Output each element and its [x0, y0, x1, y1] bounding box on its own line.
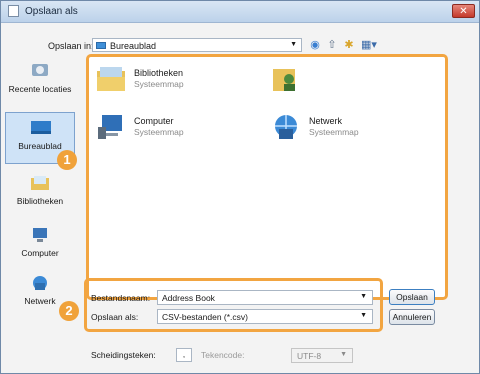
list-item[interactable]: Bibliotheken Systeemmap: [96, 65, 256, 101]
save-as-type-value: CSV-bestanden (*.csv): [162, 312, 248, 322]
libraries-folder-icon: [97, 67, 125, 91]
network-icon: [33, 276, 47, 290]
dialog-body: Opslaan in: Bureaublad ▼ ◉ ⇧ ✱ ▦▾ Recent…: [1, 23, 479, 373]
list-item[interactable]: Computer Systeemmap: [96, 113, 256, 149]
title-bar[interactable]: Opslaan als ✕: [1, 1, 479, 23]
new-folder-icon[interactable]: ✱: [342, 38, 356, 52]
file-name: Netwerk: [309, 116, 343, 126]
list-item[interactable]: [271, 65, 431, 101]
filename-value: Address Book: [162, 293, 215, 303]
cancel-button[interactable]: Annuleren: [389, 309, 435, 325]
computer-icon: [98, 115, 122, 139]
chevron-down-icon: ▼: [340, 351, 347, 358]
encoding-value: UTF-8: [297, 351, 322, 361]
file-name: Computer: [134, 116, 174, 126]
save-in-label: Opslaan in:: [48, 41, 94, 51]
save-as-type-dropdown[interactable]: CSV-bestanden (*.csv) ▼: [157, 309, 373, 324]
sidebar-item-label: Recente locaties: [8, 84, 72, 94]
save-in-value: Bureaublad: [110, 41, 157, 51]
list-item[interactable]: Netwerk Systeemmap: [271, 113, 431, 149]
sidebar-item-label: Bibliotheken: [16, 196, 64, 206]
computer-icon: [33, 228, 47, 242]
user-folder-icon: [273, 69, 295, 91]
file-list[interactable]: Bibliotheken Systeemmap Computer Systeem…: [86, 54, 448, 300]
desktop-icon: [31, 121, 51, 134]
sidebar-item-label: Computer: [21, 248, 59, 258]
desktop-folder-icon: [96, 42, 106, 49]
recent-places-icon: [32, 64, 48, 76]
encoding-dropdown[interactable]: UTF-8 ▼: [291, 348, 353, 363]
close-button[interactable]: ✕: [452, 4, 475, 18]
network-icon: [275, 115, 297, 139]
view-menu-icon[interactable]: ▦▾: [359, 38, 379, 52]
libraries-icon: [31, 176, 49, 190]
filename-input[interactable]: Address Book ▼: [157, 290, 373, 305]
save-as-dialog: Opslaan als ✕ Opslaan in: Bureaublad ▼ ◉…: [0, 0, 480, 374]
separator-input[interactable]: ,: [176, 348, 192, 362]
chevron-down-icon[interactable]: ▼: [360, 293, 367, 300]
callout-badge-1: 1: [57, 150, 77, 170]
up-folder-icon[interactable]: ⇧: [325, 38, 339, 52]
sidebar-item-recent[interactable]: Recente locaties: [5, 56, 75, 108]
back-icon[interactable]: ◉: [308, 38, 322, 52]
save-button[interactable]: Opslaan: [389, 289, 435, 305]
sidebar-item-libraries[interactable]: Bibliotheken: [5, 168, 75, 220]
places-sidebar: Recente locaties Bureaublad Bibliotheken…: [5, 56, 75, 312]
callout-badge-2: 2: [59, 301, 79, 321]
file-name: Bibliotheken: [134, 68, 184, 78]
window-title: Opslaan als: [25, 6, 78, 17]
file-type: Systeemmap: [134, 79, 184, 89]
save-in-dropdown[interactable]: Bureaublad ▼: [92, 38, 302, 52]
filename-label: Bestandsnaam:: [91, 293, 151, 303]
encoding-label: Tekencode:: [201, 350, 245, 360]
chevron-down-icon: ▼: [290, 41, 297, 48]
document-icon: [8, 5, 19, 17]
file-type: Systeemmap: [309, 127, 359, 137]
save-as-type-label: Opslaan als:: [91, 312, 139, 322]
chevron-down-icon[interactable]: ▼: [360, 312, 367, 319]
sidebar-item-computer[interactable]: Computer: [5, 220, 75, 272]
separator-label: Scheidingsteken:: [91, 350, 156, 360]
file-type: Systeemmap: [134, 127, 184, 137]
